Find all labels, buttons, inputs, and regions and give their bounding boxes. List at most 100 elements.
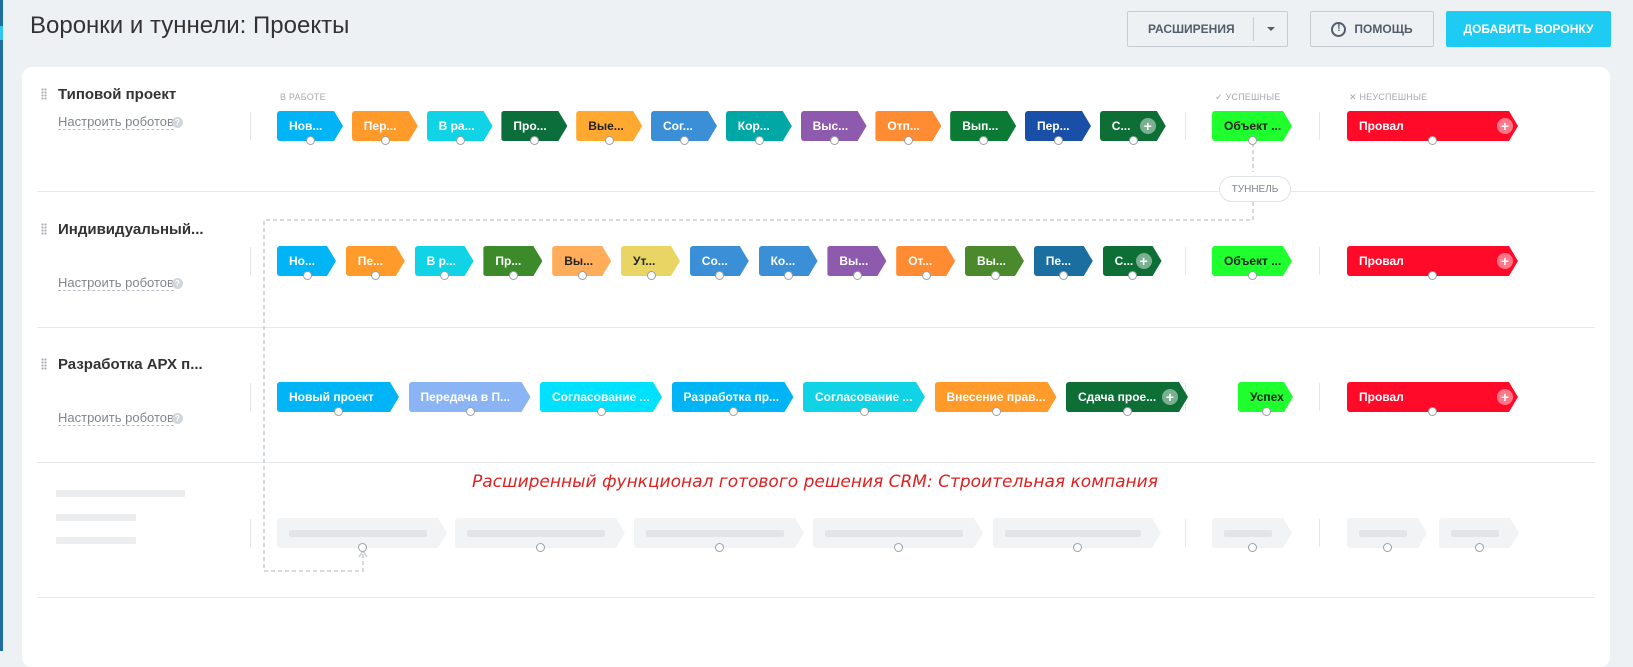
stage-connector-dot[interactable] — [860, 407, 869, 416]
stage-label: Вы... — [839, 254, 869, 268]
add-fail-stage-icon[interactable]: + — [1497, 253, 1513, 269]
placeholder-dot — [1248, 543, 1257, 552]
stage-label: Вып... — [962, 119, 999, 133]
add-stage-icon[interactable]: + — [1139, 118, 1156, 134]
funnel-name[interactable]: Разработка АРХ п... — [58, 356, 203, 373]
placeholder-bar — [1451, 530, 1499, 537]
stage-connector-dot[interactable] — [597, 407, 606, 416]
placeholder-dot — [894, 543, 903, 552]
configure-robots-link[interactable]: Настроить роботов — [58, 114, 174, 130]
add-stage-icon[interactable]: + — [1162, 389, 1178, 405]
extensions-label: РАСШИРЕНИЯ — [1148, 22, 1235, 36]
stage-connector-dot[interactable] — [302, 271, 312, 280]
stage-connector-dot[interactable] — [754, 136, 764, 145]
placeholder-bar — [646, 530, 784, 537]
tunnel-badge[interactable]: ТУННЕЛЬ — [1219, 176, 1291, 202]
stage-label: Согласование ... — [552, 390, 650, 404]
help-icon[interactable]: ? — [172, 413, 183, 424]
add-fail-stage-icon[interactable]: + — [1497, 118, 1513, 134]
configure-robots-link[interactable]: Настроить роботов — [58, 275, 174, 291]
stage-label: Но... — [289, 254, 315, 268]
add-funnel-button[interactable]: ДОБАВИТЬ ВОРОНКУ — [1446, 11, 1611, 47]
stage-label: С... — [1111, 119, 1131, 133]
placeholder-bar — [1359, 530, 1407, 537]
tunnel-connectors — [263, 143, 1254, 572]
stage-label: Пе... — [1045, 254, 1072, 268]
configure-robots-link[interactable]: Настроить роботов — [58, 410, 174, 426]
stage-connector-dot[interactable] — [646, 271, 656, 280]
stage-connector-dot[interactable] — [1123, 407, 1132, 416]
stage-label: Ут... — [633, 254, 656, 268]
stage-label: Пе... — [357, 254, 384, 268]
stage-connector-dot[interactable] — [380, 136, 390, 145]
column-divider — [1319, 247, 1320, 275]
stage-connector-dot[interactable] — [1054, 136, 1063, 145]
add-stage-icon[interactable]: + — [1135, 253, 1152, 269]
stage-connector-dot[interactable] — [1428, 407, 1437, 416]
fail-stage-label: Провал — [1359, 390, 1404, 404]
stage-connector-dot[interactable] — [921, 271, 931, 280]
placeholder-dot — [1475, 543, 1484, 552]
funnel-name[interactable]: Типовой проект — [58, 86, 176, 103]
column-divider — [1185, 112, 1186, 140]
help-icon[interactable]: ? — [172, 278, 183, 289]
funnel-name[interactable]: Индивидуальный... — [58, 221, 204, 238]
stage-label: Кор... — [737, 119, 770, 133]
stage-connector-dot[interactable] — [990, 271, 1000, 280]
placeholder-dot — [536, 543, 545, 552]
column-divider — [1185, 247, 1186, 275]
stage-connector-dot[interactable] — [508, 271, 518, 280]
stage-connector-dot[interactable] — [680, 136, 689, 145]
drag-handle-icon[interactable] — [41, 88, 47, 100]
stage-label: В ра... — [438, 119, 475, 133]
stage-connector-dot[interactable] — [991, 407, 1001, 416]
placeholder-bar — [289, 530, 427, 537]
help-icon[interactable]: ? — [172, 117, 183, 128]
stage-label: Разработка пр... — [683, 390, 780, 404]
placeholder-line — [56, 514, 136, 521]
column-divider — [1185, 519, 1186, 547]
stage-connector-dot[interactable] — [728, 407, 738, 416]
stage-connector-dot[interactable] — [1428, 271, 1437, 280]
stage-connector-dot[interactable] — [455, 136, 465, 145]
stage-connector-dot[interactable] — [829, 136, 839, 145]
success-stage-label: Объект ... — [1224, 254, 1282, 268]
stage-connector-dot[interactable] — [1428, 136, 1437, 145]
stage-connector-dot[interactable] — [1128, 136, 1138, 145]
stage-label: Передача в П... — [420, 390, 511, 404]
chevron-down-icon[interactable] — [1254, 26, 1287, 32]
add-fail-stage-icon[interactable]: + — [1497, 389, 1513, 405]
stage-connector-dot[interactable] — [465, 407, 475, 416]
stage-label: Ко... — [770, 254, 796, 268]
funnels-panel: В РАБОТЕ ✓ УСПЕШНЫЕ ✕ НЕУСПЕШНЫЕ ТУННЕЛЬ… — [22, 67, 1610, 667]
header-accent — [0, 26, 3, 40]
stage-connector-dot[interactable] — [334, 407, 343, 416]
placeholder-dot — [1383, 543, 1392, 552]
stage-label: Сог... — [663, 119, 693, 133]
stage-label: Вы... — [564, 254, 594, 268]
fail-stage-label: Провал — [1359, 119, 1404, 133]
placeholder-dot — [715, 543, 724, 552]
stage-connector-dot[interactable] — [1248, 136, 1257, 145]
stage-label: Внесение прав... — [946, 390, 1046, 404]
drag-handle-icon[interactable] — [41, 358, 47, 370]
stage-connector-dot[interactable] — [306, 136, 315, 145]
column-divider — [1319, 383, 1320, 411]
stage-connector-dot[interactable] — [577, 271, 587, 280]
placeholder-dot — [1073, 543, 1082, 552]
drag-handle-icon[interactable] — [41, 223, 47, 235]
stage-connector-dot[interactable] — [1248, 271, 1257, 280]
stage-connector-dot[interactable] — [1261, 407, 1271, 416]
stage-connector-dot[interactable] — [852, 271, 862, 280]
stage-label: Пр... — [495, 254, 522, 268]
help-label: ПОМОЩЬ — [1354, 22, 1413, 36]
stage-label: Новый проект — [289, 390, 374, 404]
help-button[interactable]: ! ПОМОЩЬ — [1310, 11, 1434, 47]
extensions-button[interactable]: РАСШИРЕНИЯ — [1127, 11, 1288, 47]
stage-label: Отп... — [887, 119, 920, 133]
page-title: Воронки и туннели: Проекты — [30, 12, 350, 39]
info-icon: ! — [1331, 21, 1347, 37]
stage-label: Пер... — [1037, 119, 1070, 133]
column-divider — [250, 519, 251, 547]
stage-label: Вые... — [588, 119, 624, 133]
